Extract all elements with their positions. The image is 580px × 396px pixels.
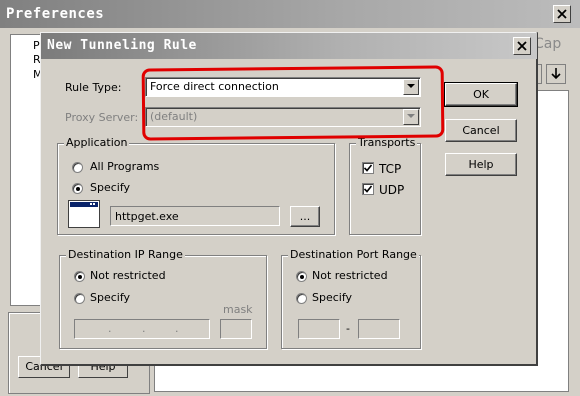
destination-ip-caption: Destination IP Range [66,248,185,261]
application-group: Application All Programs Specify httpget… [57,136,335,235]
destination-port-caption: Destination Port Range [288,248,419,261]
tree-item[interactable]: P [33,39,40,52]
rule-type-label: Rule Type: [65,81,122,94]
udp-checkbox[interactable] [362,183,374,195]
checkmark-icon [364,185,372,193]
proxy-server-value: (default) [150,110,198,123]
browse-button[interactable]: ... [290,206,320,227]
destination-port-group: Destination Port Range Not restricted Sp… [281,248,421,349]
chevron-down-icon [407,114,415,118]
specify-program-label[interactable]: Specify [90,181,130,194]
dialog-title: New Tunneling Rule [47,38,197,53]
transports-group: Transports TCP UDP [349,136,421,235]
cancel-button[interactable]: Cancel [445,119,517,142]
close-icon [517,41,527,51]
ip-not-restricted-radio[interactable] [74,271,85,282]
proxy-server-label: Proxy Server: [65,111,139,124]
ip-not-restricted-label[interactable]: Not restricted [90,269,166,282]
tunneling-rule-dialog: New Tunneling Rule Rule Type: Force dire… [40,32,538,366]
program-path-field[interactable]: httpget.exe [110,206,280,226]
dropdown-button[interactable] [403,79,419,95]
arrow-down-icon [551,68,561,80]
chevron-down-icon [407,84,415,88]
port-not-restricted-radio[interactable] [296,271,307,282]
tcp-label[interactable]: TCP [379,162,401,176]
preferences-close-button[interactable] [553,5,571,23]
close-icon [557,9,567,19]
port-specify-radio[interactable] [296,293,307,304]
all-programs-radio[interactable] [72,162,83,173]
program-path-value: httpget.exe [115,210,179,223]
dropdown-button[interactable] [403,109,419,125]
application-caption: Application [64,136,130,149]
dialog-close-button[interactable] [513,37,531,55]
rule-type-select[interactable]: Force direct connection [145,77,421,97]
rule-type-value: Force direct connection [150,80,279,93]
port-specify-label[interactable]: Specify [312,291,352,304]
arrow-down-button[interactable] [546,64,566,84]
port-not-restricted-label[interactable]: Not restricted [312,269,388,282]
all-programs-label[interactable]: All Programs [90,160,159,173]
port-to-field[interactable] [358,319,400,339]
port-from-field[interactable] [298,319,340,339]
proxy-server-select[interactable]: (default) [145,107,421,127]
ip-address-field[interactable]: . . . [74,319,210,339]
ip-specify-radio[interactable] [74,293,85,304]
help-button[interactable]: Help [445,153,517,176]
udp-label[interactable]: UDP [379,183,404,197]
tcp-checkbox[interactable] [362,162,374,174]
ip-specify-label[interactable]: Specify [90,291,130,304]
preferences-title: Preferences [6,6,105,22]
transports-caption: Transports [356,136,418,149]
mask-label: mask [223,303,253,316]
ip-mask-field[interactable] [220,319,252,339]
specify-program-radio[interactable] [72,183,83,194]
application-window-icon [68,200,100,228]
port-range-separator: - [346,322,350,335]
capture-label: Cap [534,36,562,52]
destination-ip-group: Destination IP Range Not restricted Spec… [59,248,267,349]
checkmark-icon [364,164,372,172]
ok-button[interactable]: OK [444,82,518,107]
